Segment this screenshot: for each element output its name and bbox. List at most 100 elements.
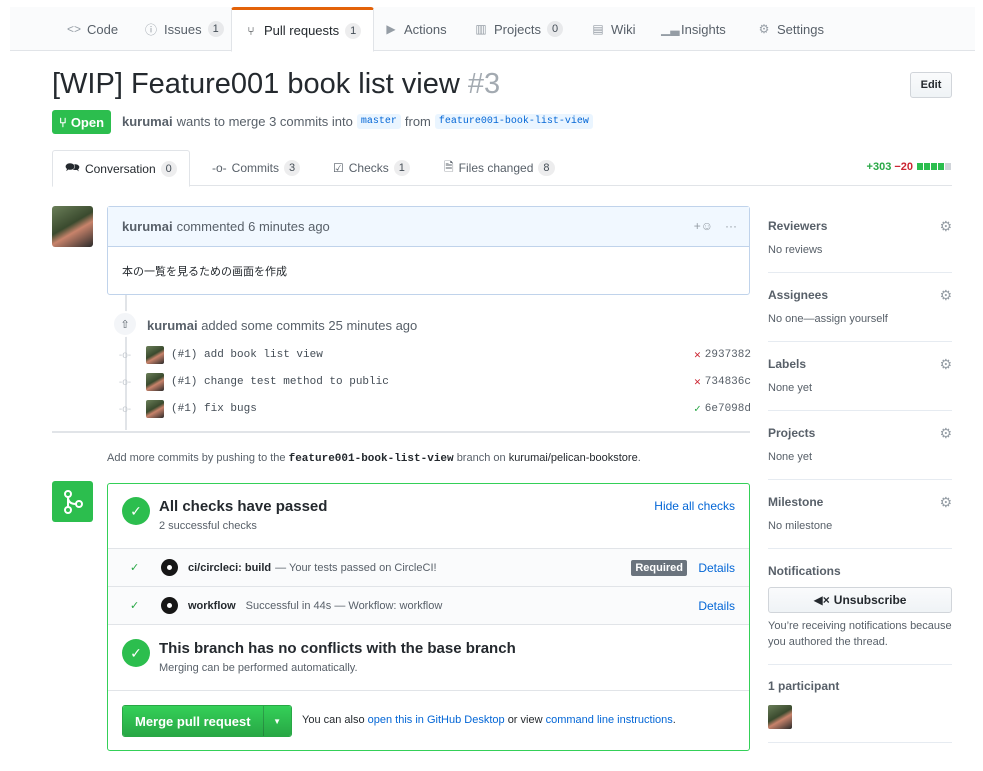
merge-note: You can also open this in GitHub Desktop…: [302, 714, 676, 726]
sidebar-heading[interactable]: Labels: [768, 357, 806, 371]
commit-message[interactable]: (#1) change test method to public: [171, 376, 389, 388]
sha-link[interactable]: 6e7098d: [705, 403, 751, 415]
comment: kurumai commented 6 minutes ago +☺ ··· 本…: [107, 206, 750, 295]
details-link[interactable]: Details: [698, 561, 735, 575]
sidebar-heading[interactable]: Reviewers: [768, 219, 827, 233]
fail-x-icon[interactable]: ✕: [694, 348, 701, 362]
gear-icon[interactable]: ⚙: [939, 287, 952, 304]
sidebar-heading[interactable]: Milestone: [768, 495, 823, 509]
event-text: added some commits 25 minutes ago: [201, 318, 418, 333]
tab-conversation[interactable]: 🗪 Conversation 0: [52, 150, 190, 187]
check-icon: ✓: [130, 600, 140, 612]
commit-dot-icon: -o-: [118, 376, 132, 388]
sha-link[interactable]: 2937382: [705, 349, 751, 361]
comment-author[interactable]: kurumai: [122, 219, 173, 234]
command-line-link[interactable]: command line instructions: [546, 714, 673, 726]
tab-pull-requests[interactable]: ⑂ Pull requests 1: [231, 7, 375, 52]
gear-icon[interactable]: ⚙: [939, 494, 952, 511]
checks-title: All checks have passed: [159, 498, 328, 515]
merge-pull-request-button[interactable]: Merge pull request: [123, 706, 263, 736]
avatar[interactable]: [52, 206, 93, 247]
pull-request-icon: ⑂: [247, 23, 255, 38]
sidebar-labels: Labels ⚙ None yet: [768, 342, 952, 411]
required-badge: Required: [631, 559, 687, 576]
comment-icon: 🗪: [65, 160, 80, 174]
check-icon[interactable]: ✓: [694, 402, 701, 416]
merge-box: ✓ All checks have passed 2 successful ch…: [107, 483, 750, 751]
gear-icon[interactable]: ⚙: [939, 425, 952, 442]
diffstat: +303 −20: [867, 161, 951, 173]
sidebar-value: No reviews: [768, 244, 823, 256]
commit-icon: -o-: [212, 161, 227, 175]
project-icon: ▥: [475, 22, 487, 36]
state-label: Open: [70, 114, 105, 130]
avatar[interactable]: [146, 373, 164, 391]
notifications-note: You’re receiving notifications because y…: [768, 620, 952, 648]
tab-counter: 0: [546, 21, 564, 37]
commit-message[interactable]: (#1) fix bugs: [171, 403, 257, 415]
chevron-down-icon[interactable]: ▼: [262, 706, 291, 736]
sidebar-heading[interactable]: Assignees: [768, 288, 828, 302]
push-hint-prefix: Add more commits by pushing to the: [107, 452, 286, 464]
tab-label: Code: [87, 21, 119, 37]
avatar[interactable]: [146, 346, 164, 364]
push-hint-branch: feature001-book-list-view: [288, 453, 454, 465]
tab-files-changed[interactable]: 🗎 Files changed 8: [432, 150, 567, 186]
github-desktop-link[interactable]: open this in GitHub Desktop: [368, 714, 505, 726]
tab-code[interactable]: <> Code: [55, 7, 130, 51]
sha-link[interactable]: 734836c: [705, 376, 751, 388]
pr-number: #3: [467, 68, 501, 100]
avatar[interactable]: [768, 705, 792, 729]
from-text: from: [404, 114, 431, 129]
tab-insights[interactable]: ▁▃ Insights: [649, 7, 738, 51]
avatar[interactable]: [146, 400, 164, 418]
sidebar-heading[interactable]: Projects: [768, 426, 815, 440]
check-name: ci/circleci: build: [188, 561, 272, 574]
hide-checks-link[interactable]: Hide all checks: [654, 499, 735, 513]
commit-sha: ✕ 734836c: [694, 375, 751, 389]
tab-checks[interactable]: ☑ Checks 1: [321, 150, 422, 186]
play-icon: ▶: [386, 22, 396, 36]
push-hint-repo: kurumai/pelican-bookstore: [508, 452, 638, 464]
details-link[interactable]: Details: [698, 599, 735, 613]
base-branch[interactable]: master: [356, 114, 401, 129]
tab-settings[interactable]: ⚙ Settings: [745, 7, 836, 51]
comment-header: kurumai commented 6 minutes ago +☺ ···: [108, 207, 749, 247]
tab-projects[interactable]: ▥ Projects 0: [462, 7, 575, 51]
gear-icon[interactable]: ⚙: [939, 218, 952, 235]
check-row: ✓ ci/circleci: build — Your tests passed…: [108, 549, 749, 587]
pull-request-icon: ⑂: [59, 114, 67, 130]
push-hint: Add more commits by pushing to the featu…: [107, 452, 641, 465]
edit-button[interactable]: Edit: [910, 72, 952, 98]
merge-button-group: Merge pull request ▼: [122, 705, 292, 737]
event-author[interactable]: kurumai: [147, 318, 198, 333]
comment-timestamp: commented 6 minutes ago: [176, 219, 330, 234]
diffstat-blocks: [916, 161, 951, 173]
fail-x-icon[interactable]: ✕: [694, 375, 701, 389]
add-reaction-icon[interactable]: +☺: [694, 219, 713, 233]
commits-event: kurumai added some commits 25 minutes ag…: [147, 318, 417, 333]
commit-sha: ✓ 6e7098d: [694, 402, 751, 416]
kebab-menu-icon[interactable]: ···: [725, 219, 737, 233]
book-icon: ▤: [592, 22, 604, 36]
tab-label: Conversation: [84, 161, 156, 176]
sidebar-heading: 1 participant: [768, 679, 840, 693]
repo-nav: <> Code ⓘ Issues 1 ⑂ Pull requests 1 ▶ A…: [10, 7, 975, 52]
sidebar-projects: Projects ⚙ None yet: [768, 411, 952, 480]
author-link[interactable]: kurumai: [122, 114, 173, 129]
tab-commits[interactable]: -o- Commits 3: [200, 150, 312, 186]
sidebar-value[interactable]: No one—assign yourself: [768, 313, 888, 325]
tab-wiki[interactable]: ▤ Wiki: [579, 7, 648, 51]
commit-message[interactable]: (#1) add book list view: [171, 349, 323, 361]
tab-issues[interactable]: ⓘ Issues 1: [132, 7, 236, 51]
sidebar-heading: Notifications: [768, 564, 841, 578]
sidebar-milestone: Milestone ⚙ No milestone: [768, 480, 952, 549]
tab-actions[interactable]: ▶ Actions: [372, 7, 459, 51]
checks-summary: ✓ All checks have passed 2 successful ch…: [108, 484, 749, 549]
head-branch[interactable]: feature001-book-list-view: [434, 114, 593, 129]
checks-subtitle: 2 successful checks: [159, 520, 257, 532]
commit-sha: ✕ 2937382: [694, 348, 751, 362]
unsubscribe-button[interactable]: ◀× Unsubscribe: [768, 587, 952, 613]
gear-icon[interactable]: ⚙: [939, 356, 952, 373]
tab-label: Wiki: [611, 21, 636, 37]
